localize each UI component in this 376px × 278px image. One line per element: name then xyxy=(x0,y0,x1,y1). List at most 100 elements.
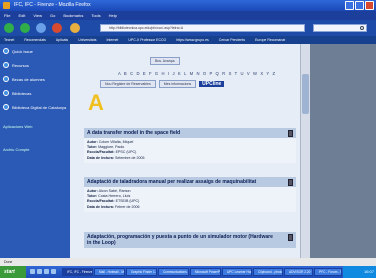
bookmark-item[interactable]: Recomendats xyxy=(24,36,46,44)
bullet-icon xyxy=(3,104,9,110)
bullet-icon xyxy=(3,62,9,68)
quicklaunch-icon[interactable] xyxy=(30,269,35,274)
taskbar-button[interactable]: Graphic Finder 1.3.0 xyxy=(126,268,157,276)
close-button[interactable] xyxy=(365,1,374,10)
menu-go[interactable]: Go xyxy=(50,11,55,20)
sidebar-footer-link[interactable]: Archiu Compte xyxy=(3,147,67,152)
record-author: Colom Villalta, Miquel xyxy=(98,140,134,144)
taskbar: start IFC, IFC - Firenze - Moz... Mail -… xyxy=(0,266,376,278)
current-letter: A xyxy=(88,90,104,115)
action-row: Nou Registre de Reservables Mes informac… xyxy=(100,80,225,88)
taskbar-button[interactable]: Communications - Mic... xyxy=(158,268,189,276)
record-date: Setembre de 2005 xyxy=(114,155,145,160)
maximize-button[interactable] xyxy=(355,1,364,10)
search-input[interactable] xyxy=(313,24,367,32)
quicklaunch-icon[interactable] xyxy=(44,269,49,274)
bookmark-item[interactable]: Europe Recomanat xyxy=(255,36,285,44)
sidebar-section-title: Aplicacions Web xyxy=(3,124,33,129)
firefox-icon xyxy=(3,2,10,9)
record-details: Autor: Alcon Sabé, Ramon Tutor: Costa He… xyxy=(84,187,296,212)
vertical-scrollbar[interactable] xyxy=(300,44,310,258)
sidebar-item-bibliotecas[interactable]: Bibliotecas xyxy=(0,86,70,100)
window-title: IFC, IFC - Firenze - Mozilla Firefox xyxy=(14,2,91,8)
menu-edit[interactable]: Edit xyxy=(18,11,25,20)
record-details: Autor: Colom Villalta, Miquel Tutor: Mag… xyxy=(84,138,296,163)
sidebar-item-biblioteca-digital[interactable]: Biblioteca Digital de Catalunya xyxy=(0,100,70,114)
page-background-right xyxy=(310,44,376,258)
navigation-toolbar: http://bibliotecnica.upc.edu/pfc/ccc/.as… xyxy=(0,20,376,36)
taskbar-button[interactable]: Mail - Hotmail - Mic... xyxy=(94,268,125,276)
advanced-search-button[interactable]: Bus. Avança. xyxy=(150,57,181,65)
menu-tools[interactable]: Tools xyxy=(91,11,100,20)
home-icon[interactable] xyxy=(70,23,80,33)
menu-view[interactable]: View xyxy=(33,11,42,20)
record-item: Adaptació de taladradora manual per real… xyxy=(84,177,296,212)
pdf-icon[interactable] xyxy=(288,179,293,186)
record-title[interactable]: Adaptación, programación y puesta a punt… xyxy=(84,232,296,248)
clock: 16:07 xyxy=(363,269,374,274)
bullet-icon xyxy=(3,90,9,96)
sidebar-item-recursos[interactable]: Recursos xyxy=(0,58,70,72)
pdf-icon[interactable] xyxy=(288,234,293,241)
taskbar-button[interactable]: ADVISOR 2.20 + MS ADVI... xyxy=(284,268,313,276)
sidebar-item-label: Bibliotecas xyxy=(12,90,32,96)
record-tutor: Costa Herrero, Lluís xyxy=(98,194,131,199)
main-content: Bus. Avança. A B C D E F G H I J K L M N… xyxy=(70,44,310,258)
more-info-button[interactable]: Mes informacions xyxy=(158,80,197,88)
quicklaunch-icon[interactable] xyxy=(51,269,56,274)
status-bar: Done xyxy=(0,258,376,266)
taskbar-button[interactable]: PFC - Forum - M... xyxy=(314,268,342,276)
start-button[interactable]: start xyxy=(0,266,26,278)
quicklaunch-icon[interactable] xyxy=(37,269,42,274)
record-author: Alcon Sabé, Ramon xyxy=(98,189,131,193)
record-item: A data transfer model in the space field… xyxy=(84,128,296,163)
record-school: ETSEIB (UPC) xyxy=(115,199,140,204)
bullet-icon xyxy=(3,76,9,82)
alphabet-index[interactable]: A B C D E F G H I J K L M N O P Q R S T … xyxy=(118,71,275,76)
record-title[interactable]: A data transfer model in the space field xyxy=(84,128,296,138)
bookmark-item[interactable]: https://www.grupo.es xyxy=(176,36,209,44)
sidebar-item-label: Recursos xyxy=(12,62,29,68)
sidebar-item-label: Biblioteca Digital de Catalunya xyxy=(12,104,67,110)
bookmark-item[interactable]: Tecnet xyxy=(4,36,14,44)
address-bar[interactable]: http://bibliotecnica.upc.edu/pfc/ccc/.as… xyxy=(100,24,305,32)
reload-icon[interactable] xyxy=(36,23,46,33)
bookmark-item[interactable]: Universitats xyxy=(78,36,96,44)
sidebar-item-label: Becas de alumnes xyxy=(12,76,45,82)
upc-logo: UPCline xyxy=(199,81,225,87)
bullet-icon xyxy=(3,48,9,54)
menu-bar: File Edit View Go Bookmarks Tools Help xyxy=(0,11,376,20)
sidebar-item-label: Quick Issue xyxy=(12,48,33,54)
taskbar-button[interactable]: Clipboard - photo fotos xyxy=(253,268,283,276)
search-icon xyxy=(360,26,364,30)
bookmark-item[interactable]: UPC-X Professor ECCO xyxy=(128,36,166,44)
sidebar-item-quick-issue[interactable]: Quick Issue xyxy=(0,44,70,58)
stop-icon[interactable] xyxy=(52,23,62,33)
system-tray: 16:07 xyxy=(343,266,376,278)
record-item: Adaptación, programación y puesta a punt… xyxy=(84,232,296,248)
record-title[interactable]: Adaptació de taladradora manual per real… xyxy=(84,177,296,187)
menu-file[interactable]: File xyxy=(4,11,10,20)
bookmark-item[interactable]: Aplicats xyxy=(56,36,68,44)
taskbar-button[interactable]: IFC, IFC - Firenze - Moz... xyxy=(62,268,93,276)
forward-icon[interactable] xyxy=(20,23,30,33)
menu-bookmarks[interactable]: Bookmarks xyxy=(63,11,83,20)
search-controls: Bus. Avança. xyxy=(150,57,181,65)
record-tutor: Maggiore, Paolo xyxy=(98,145,125,150)
menu-help[interactable]: Help xyxy=(109,11,117,20)
record-school: EPSC (UPC) xyxy=(115,150,137,155)
bookmarks-toolbar: Tecnet Recomendats Aplicats Universitats… xyxy=(0,36,376,44)
new-record-button[interactable]: Nou Registre de Reservables xyxy=(100,80,156,88)
sidebar-item-becas[interactable]: Becas de alumnes xyxy=(0,72,70,86)
back-icon[interactable] xyxy=(4,23,14,33)
scrollbar-thumb[interactable] xyxy=(302,74,309,114)
minimize-button[interactable] xyxy=(345,1,354,10)
window-titlebar: IFC, IFC - Firenze - Mozilla Firefox xyxy=(0,0,376,11)
taskbar-button[interactable]: UPC Learner Home xyxy=(222,268,252,276)
pdf-icon[interactable] xyxy=(288,130,293,137)
bookmark-item[interactable]: Cercar Pendents xyxy=(219,36,245,44)
window-controls xyxy=(345,1,374,10)
bookmark-item[interactable]: Internet xyxy=(106,36,118,44)
sidebar: Quick Issue Recursos Becas de alumnes Bi… xyxy=(0,44,70,258)
taskbar-button[interactable]: Microsoft PowerPoint... xyxy=(190,268,221,276)
